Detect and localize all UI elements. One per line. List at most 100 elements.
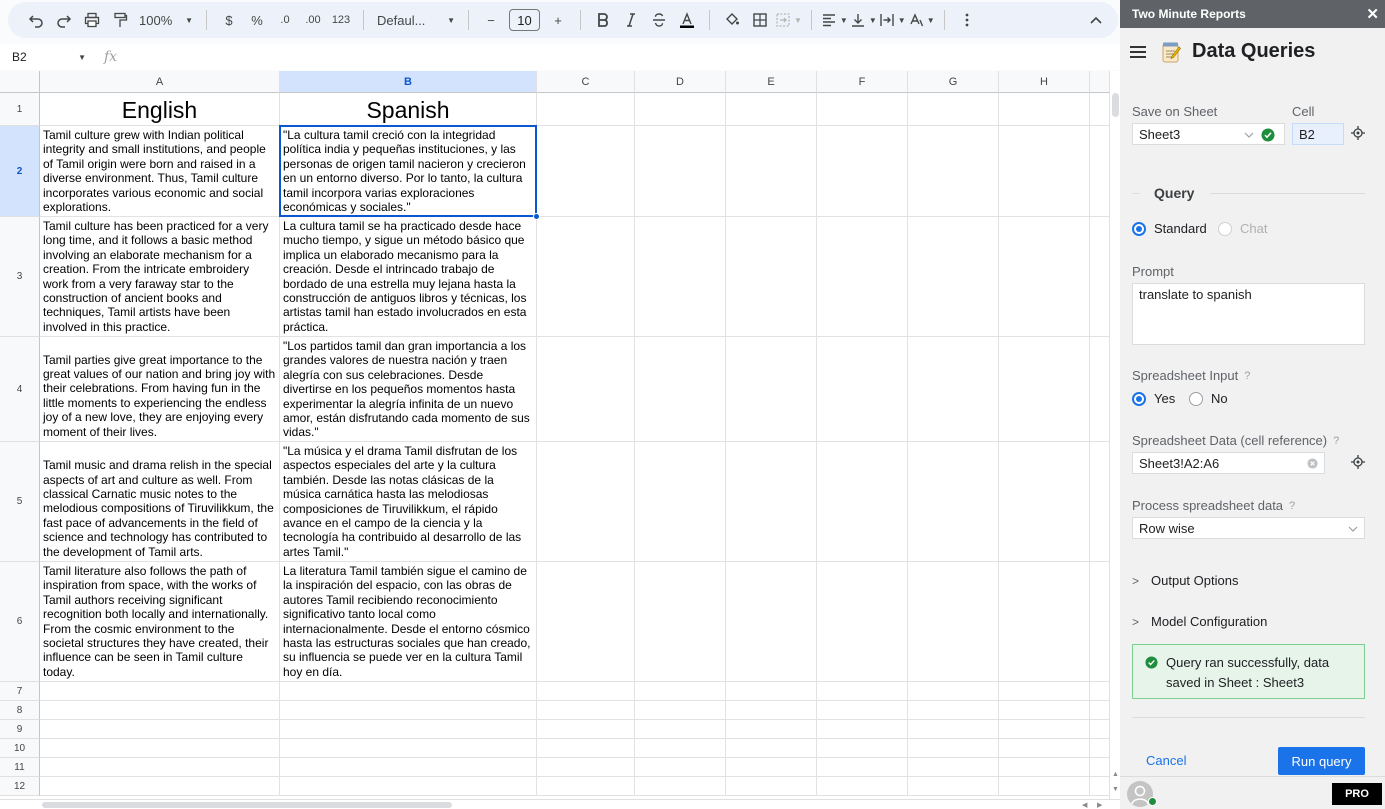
help-icon[interactable]: ? bbox=[1244, 370, 1250, 382]
cell[interactable] bbox=[537, 217, 635, 337]
cell[interactable] bbox=[726, 337, 817, 442]
scrollbar-thumb[interactable] bbox=[42, 802, 452, 808]
cell[interactable] bbox=[908, 337, 999, 442]
column-header[interactable]: H bbox=[999, 71, 1090, 93]
cell[interactable] bbox=[635, 126, 726, 217]
redo-icon[interactable] bbox=[51, 6, 77, 34]
borders-icon[interactable] bbox=[747, 6, 773, 34]
column-header[interactable]: B bbox=[280, 71, 537, 93]
fill-handle[interactable] bbox=[533, 213, 540, 220]
row-header[interactable]: 12 bbox=[0, 777, 40, 796]
column-header[interactable]: A bbox=[40, 71, 280, 93]
column-header[interactable] bbox=[1090, 71, 1109, 93]
cell[interactable] bbox=[1090, 442, 1109, 562]
english-text-cell[interactable]: Tamil music and drama relish in the spec… bbox=[40, 442, 280, 562]
cell[interactable] bbox=[635, 682, 726, 701]
cell[interactable] bbox=[1090, 777, 1109, 796]
spanish-text-cell[interactable]: La cultura tamil se ha practicado desde … bbox=[280, 217, 537, 337]
cell[interactable] bbox=[726, 682, 817, 701]
merge-cells-icon[interactable]: ▼ bbox=[775, 6, 802, 34]
cell[interactable] bbox=[817, 720, 908, 739]
cell[interactable] bbox=[908, 720, 999, 739]
zoom-select[interactable]: 100% ▼ bbox=[135, 6, 197, 34]
cell[interactable] bbox=[1090, 682, 1109, 701]
cell[interactable] bbox=[537, 701, 635, 720]
decrease-font-size-button[interactable]: − bbox=[478, 6, 504, 34]
cell[interactable] bbox=[999, 217, 1090, 337]
cell[interactable] bbox=[817, 682, 908, 701]
prompt-textarea[interactable]: translate to spanish bbox=[1132, 283, 1365, 345]
clear-icon[interactable] bbox=[1307, 458, 1318, 469]
menu-icon[interactable] bbox=[1130, 45, 1146, 58]
model-configuration-expander[interactable]: > Model Configuration bbox=[1132, 614, 1267, 629]
english-text-cell[interactable]: Tamil parties give great importance to t… bbox=[40, 337, 280, 442]
header-cell-english[interactable]: English bbox=[40, 93, 280, 126]
increase-decimal-button[interactable]: .00 bbox=[300, 6, 326, 34]
row-header[interactable]: 5 bbox=[0, 442, 40, 562]
cell[interactable] bbox=[635, 758, 726, 777]
cell[interactable] bbox=[40, 758, 280, 777]
cell[interactable] bbox=[999, 93, 1090, 126]
column-header[interactable]: F bbox=[817, 71, 908, 93]
cell[interactable] bbox=[999, 337, 1090, 442]
cell[interactable] bbox=[817, 126, 908, 217]
align-left-icon[interactable]: ▼ bbox=[821, 6, 848, 34]
cell[interactable] bbox=[1090, 739, 1109, 758]
cell[interactable] bbox=[635, 777, 726, 796]
cancel-button[interactable]: Cancel bbox=[1146, 753, 1186, 768]
row-header[interactable]: 1 bbox=[0, 93, 40, 126]
cell[interactable] bbox=[817, 562, 908, 682]
cell[interactable] bbox=[635, 93, 726, 126]
cell[interactable] bbox=[537, 777, 635, 796]
column-header[interactable]: G bbox=[908, 71, 999, 93]
percent-format-button[interactable]: % bbox=[244, 6, 270, 34]
cell[interactable] bbox=[635, 337, 726, 442]
bold-icon[interactable] bbox=[590, 6, 616, 34]
cell[interactable] bbox=[817, 739, 908, 758]
cell[interactable] bbox=[280, 720, 537, 739]
cell[interactable] bbox=[537, 720, 635, 739]
cell[interactable] bbox=[537, 758, 635, 777]
cell[interactable] bbox=[908, 562, 999, 682]
cell[interactable] bbox=[537, 337, 635, 442]
cell[interactable] bbox=[1090, 217, 1109, 337]
name-box[interactable]: B2 ▼ bbox=[0, 50, 90, 64]
scroll-right-icon[interactable]: ▶ bbox=[1097, 801, 1102, 809]
cell[interactable] bbox=[40, 701, 280, 720]
cell[interactable] bbox=[908, 442, 999, 562]
font-select[interactable]: Defaul... ▼ bbox=[373, 6, 459, 34]
fill-color-icon[interactable] bbox=[719, 6, 745, 34]
column-header[interactable]: C bbox=[537, 71, 635, 93]
cell[interactable] bbox=[908, 93, 999, 126]
cell[interactable] bbox=[635, 701, 726, 720]
close-icon[interactable]: ✕ bbox=[1366, 5, 1379, 23]
cell[interactable] bbox=[908, 739, 999, 758]
scrollbar-thumb[interactable] bbox=[1112, 93, 1119, 117]
text-wrap-icon[interactable]: ▼ bbox=[879, 6, 906, 34]
cell-input[interactable]: B2 bbox=[1292, 123, 1344, 145]
cell[interactable] bbox=[1090, 562, 1109, 682]
help-icon[interactable]: ? bbox=[1289, 500, 1295, 512]
more-options-icon[interactable] bbox=[954, 6, 980, 34]
cell[interactable] bbox=[908, 682, 999, 701]
text-color-icon[interactable] bbox=[674, 6, 700, 34]
target-icon[interactable] bbox=[1351, 126, 1365, 140]
column-header[interactable]: E bbox=[726, 71, 817, 93]
print-icon[interactable] bbox=[79, 6, 105, 34]
cell[interactable] bbox=[908, 777, 999, 796]
row-header[interactable]: 9 bbox=[0, 720, 40, 739]
scroll-down-icon[interactable]: ▼ bbox=[1112, 786, 1119, 793]
cell[interactable] bbox=[280, 682, 537, 701]
cell[interactable] bbox=[999, 720, 1090, 739]
cell[interactable] bbox=[537, 682, 635, 701]
undo-icon[interactable] bbox=[23, 6, 49, 34]
spanish-text-cell[interactable]: La literatura Tamil también sigue el cam… bbox=[280, 562, 537, 682]
run-query-button[interactable]: Run query bbox=[1278, 747, 1365, 775]
row-header[interactable]: 10 bbox=[0, 739, 40, 758]
cell[interactable] bbox=[1090, 701, 1109, 720]
scroll-left-icon[interactable]: ◀ bbox=[1082, 801, 1087, 809]
increase-font-size-button[interactable]: + bbox=[545, 6, 571, 34]
english-text-cell[interactable]: Tamil culture has been practiced for a v… bbox=[40, 217, 280, 337]
spanish-text-cell[interactable]: "La música y el drama Tamil disfrutan de… bbox=[280, 442, 537, 562]
sheet-select[interactable]: Sheet3 bbox=[1132, 123, 1285, 145]
